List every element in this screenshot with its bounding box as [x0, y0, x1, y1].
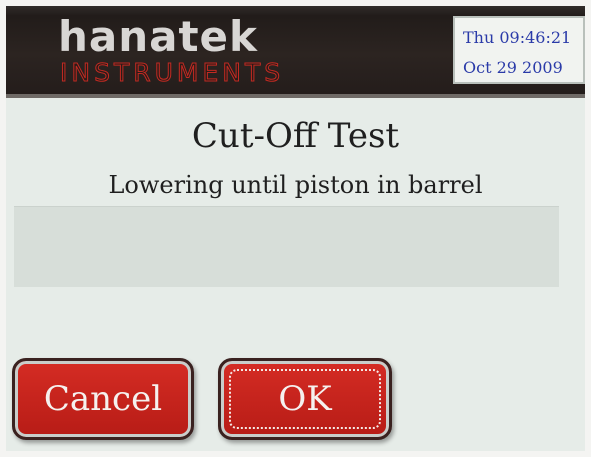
- datetime-display: Thu 09:46:21 Oct 29 2009: [453, 16, 585, 84]
- device-screen: hanatek INSTRUMENTS Thu 09:46:21 Oct 29 …: [6, 6, 585, 451]
- ok-button[interactable]: OK: [218, 358, 392, 440]
- message-area: [14, 206, 559, 287]
- brand-logo-subtitle: INSTRUMENTS: [59, 58, 285, 87]
- ok-button-label: OK: [278, 379, 332, 419]
- status-text: Lowering until piston in barrel: [108, 171, 483, 199]
- cancel-button[interactable]: Cancel: [12, 358, 194, 440]
- page-title: Cut-Off Test: [191, 116, 400, 156]
- clock-time: Thu 09:46:21: [463, 28, 572, 47]
- clock-date: Oct 29 2009: [463, 58, 563, 77]
- brand-logo-name: hanatek: [58, 12, 258, 61]
- header-bar: hanatek INSTRUMENTS Thu 09:46:21 Oct 29 …: [6, 6, 585, 98]
- cancel-button-label: Cancel: [43, 379, 163, 419]
